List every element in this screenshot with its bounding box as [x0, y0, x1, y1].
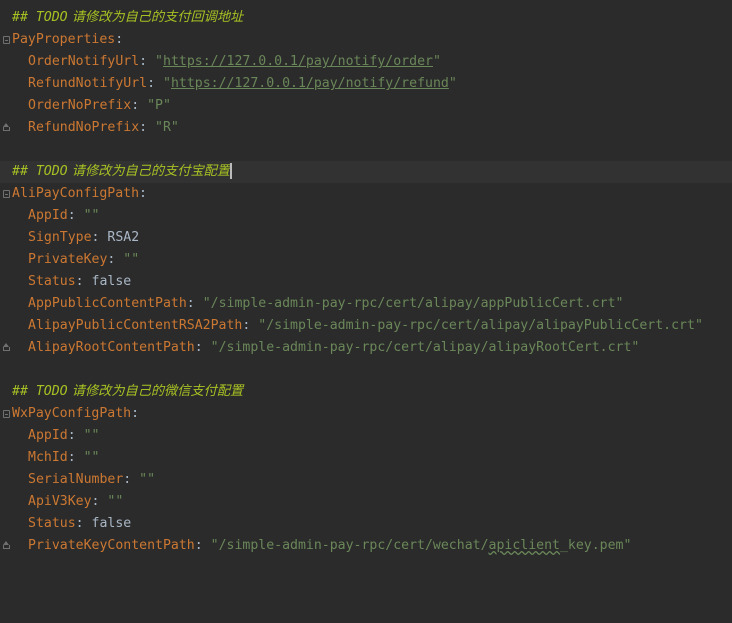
yaml-value: "/simple-admin-pay-rpc/cert/alipay/alipa… — [258, 318, 703, 333]
code-line[interactable]: PayProperties: — [0, 29, 732, 51]
yaml-key: Status — [28, 516, 76, 531]
yaml-value: "" — [123, 252, 140, 267]
yaml-value: "" — [83, 450, 100, 465]
yaml-key: RefundNotifyUrl — [28, 76, 148, 91]
code-line[interactable]: MchId: "" — [0, 447, 732, 469]
yaml-value: false — [91, 274, 132, 289]
yaml-value: "" — [107, 494, 124, 509]
code-line[interactable]: SerialNumber: "" — [0, 469, 732, 491]
code-line[interactable]: RefundNoPrefix: "R" — [0, 117, 732, 139]
code-line[interactable]: AppPublicContentPath: "/simple-admin-pay… — [0, 293, 732, 315]
text-caret — [230, 163, 233, 179]
yaml-key: RefundNoPrefix — [28, 120, 140, 135]
code-line[interactable]: ApiV3Key: "" — [0, 491, 732, 513]
todo-keyword: TODO — [35, 164, 68, 179]
url-link[interactable]: https://127.0.0.1/pay/notify/order — [163, 54, 433, 69]
comment-line: ## TODO 请修改为自己的支付宝配置 — [12, 163, 233, 179]
yaml-key: PayProperties — [12, 32, 116, 47]
yaml-key: ApiV3Key — [28, 494, 92, 509]
yaml-key: Status — [28, 274, 76, 289]
code-line[interactable]: Status: false — [0, 271, 732, 293]
yaml-key: SerialNumber — [28, 472, 124, 487]
yaml-value: "/simple-admin-pay-rpc/cert/alipay/appPu… — [202, 296, 624, 311]
url-link[interactable]: https://127.0.0.1/pay/notify/refund — [171, 76, 449, 91]
code-line[interactable]: ## TODO 请修改为自己的支付回调地址 — [0, 7, 732, 29]
yaml-key: PrivateKey — [28, 252, 108, 267]
yaml-key: AliPayConfigPath — [12, 186, 140, 201]
code-line[interactable]: ## TODO 请修改为自己的微信支付配置 — [0, 381, 732, 403]
todo-keyword: TODO — [35, 10, 68, 25]
yaml-value: "" — [83, 428, 100, 443]
comment-line: ## TODO 请修改为自己的支付回调地址 — [12, 10, 244, 25]
code-line[interactable]: AliPayConfigPath: — [0, 183, 732, 205]
yaml-value: "" — [83, 208, 100, 223]
code-line[interactable]: Status: false — [0, 513, 732, 535]
fold-end-icon[interactable] — [3, 123, 10, 132]
code-line[interactable]: AlipayRootContentPath: "/simple-admin-pa… — [0, 337, 732, 359]
yaml-value: "R" — [155, 120, 179, 135]
code-line[interactable]: SignType: RSA2 — [0, 227, 732, 249]
yaml-key: OrderNoPrefix — [28, 98, 132, 113]
fold-collapse-icon[interactable] — [3, 36, 10, 44]
yaml-key: OrderNotifyUrl — [28, 54, 140, 69]
yaml-key: AppId — [28, 428, 68, 443]
yaml-value: false — [91, 516, 132, 531]
fold-end-icon[interactable] — [3, 541, 10, 550]
todo-keyword: TODO — [35, 384, 68, 399]
code-line[interactable]: AlipayPublicContentRSA2Path: "/simple-ad… — [0, 315, 732, 337]
yaml-key: PrivateKeyContentPath — [28, 538, 195, 553]
yaml-value: "" — [139, 472, 156, 487]
yaml-key: AlipayRootContentPath — [28, 340, 195, 355]
fold-collapse-icon[interactable] — [3, 190, 10, 198]
yaml-value: "P" — [147, 98, 171, 113]
code-line[interactable]: RefundNotifyUrl: "https://127.0.0.1/pay/… — [0, 73, 732, 95]
code-editor[interactable]: ## TODO 请修改为自己的支付回调地址 PayProperties: Ord… — [0, 0, 732, 573]
yaml-key: SignType — [28, 230, 92, 245]
fold-end-icon[interactable] — [3, 343, 10, 352]
code-line[interactable]: OrderNotifyUrl: "https://127.0.0.1/pay/n… — [0, 51, 732, 73]
yaml-key: AppId — [28, 208, 68, 223]
code-line[interactable]: AppId: "" — [0, 425, 732, 447]
yaml-value: RSA2 — [107, 230, 140, 245]
spellcheck-typo: apiclient — [488, 538, 560, 553]
code-line-current[interactable]: ## TODO 请修改为自己的支付宝配置 — [0, 161, 732, 183]
code-line[interactable]: OrderNoPrefix: "P" — [0, 95, 732, 117]
code-line[interactable]: AppId: "" — [0, 205, 732, 227]
fold-collapse-icon[interactable] — [3, 410, 10, 418]
yaml-key: WxPayConfigPath — [12, 406, 132, 421]
yaml-key: MchId — [28, 450, 68, 465]
yaml-key: AlipayPublicContentRSA2Path — [28, 318, 243, 333]
yaml-value: "/simple-admin-pay-rpc/cert/wechat/apicl… — [210, 538, 632, 553]
code-line[interactable]: PrivateKey: "" — [0, 249, 732, 271]
yaml-value: "/simple-admin-pay-rpc/cert/alipay/alipa… — [210, 340, 640, 355]
yaml-key: AppPublicContentPath — [28, 296, 187, 311]
code-line[interactable]: WxPayConfigPath: — [0, 403, 732, 425]
comment-line: ## TODO 请修改为自己的微信支付配置 — [12, 384, 244, 399]
code-line[interactable]: PrivateKeyContentPath: "/simple-admin-pa… — [0, 535, 732, 557]
